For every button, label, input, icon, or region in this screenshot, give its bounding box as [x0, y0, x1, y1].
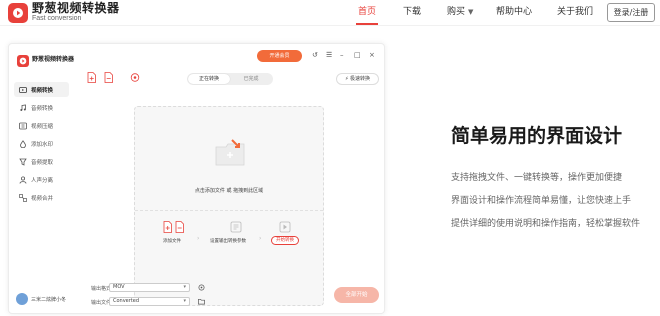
tab-converting[interactable]: 正在转换 [188, 74, 230, 84]
start-convert-step-button[interactable]: 开始转换 [271, 236, 299, 245]
brand-subtitle: Fast conversion [32, 15, 82, 22]
play-icon [13, 8, 23, 18]
feature-line: 提供详细的使用说明和操作指南，轻松掌握软件 [451, 219, 641, 229]
menu-icon[interactable]: ☰ [326, 50, 332, 60]
app-logo [17, 55, 29, 67]
step-add-files: 添加文件 [163, 239, 181, 244]
chevron-down-icon: ▾ [183, 298, 186, 304]
chevron-down-icon: ▾ [183, 284, 186, 290]
divider [135, 210, 323, 211]
sidebar-item-label: 视频合并 [31, 195, 54, 202]
brand-name: 野葱视频转换器 [32, 1, 120, 15]
sidebar-item-label: 添加水印 [31, 141, 54, 148]
output-format-value: MOV [113, 284, 125, 290]
add-folder-icon[interactable] [104, 72, 114, 83]
fast-convert-label: 极速转换 [350, 76, 371, 82]
format-settings-icon[interactable] [198, 284, 205, 291]
sidebar-item-audio-extract[interactable]: 音频提取 [14, 154, 69, 169]
sidebar-item-label: 音频提取 [31, 159, 54, 166]
nav-about[interactable]: 关于我们 [557, 7, 593, 18]
sidebar-item-label: 视频转换 [31, 87, 54, 94]
voice-separate-icon [19, 175, 27, 184]
step-arrow-icon: › [197, 235, 200, 242]
sidebar-item-label: 人声分离 [31, 177, 54, 184]
output-folder-value: Converted [113, 298, 140, 304]
app-title: 野葱视频转换器 [32, 56, 75, 63]
sidebar-item-video-convert[interactable]: 视频转换 [14, 82, 69, 97]
audio-extract-icon [19, 158, 27, 166]
video-compress-icon [19, 122, 27, 129]
video-merge-icon [19, 193, 27, 202]
feature-line: 支持拖拽文件、一键转换等，操作更加便捷 [451, 173, 623, 183]
tab-completed[interactable]: 已完成 [230, 74, 272, 84]
login-register-button[interactable]: 登录/注册 [607, 3, 655, 22]
output-format-select[interactable]: MOV ▾ [109, 283, 190, 292]
nav-help-center[interactable]: 帮助中心 [496, 7, 532, 18]
section-headline: 简单易用的界面设计 [451, 125, 623, 147]
sidebar-item-video-merge[interactable]: 视频合并 [14, 190, 69, 205]
sidebar-item-watermark[interactable]: 添加水印 [14, 136, 69, 151]
watermark-icon [20, 139, 26, 148]
fast-convert-toggle[interactable]: ⚡ 极速转换 [336, 73, 379, 85]
start-step-icon [279, 221, 291, 233]
nav-download[interactable]: 下载 [403, 7, 421, 18]
user-profile[interactable]: 三米二炫牌小冬 [16, 293, 66, 305]
step-arrow-icon: › [259, 235, 262, 242]
convert-all-button[interactable]: 全部开始 [334, 287, 379, 303]
folder-upload-icon [215, 139, 245, 166]
brand-logo[interactable] [8, 3, 28, 23]
nav-buy-label: 购买 [447, 7, 466, 17]
output-folder-select[interactable]: Converted ▾ [109, 297, 190, 306]
conversion-tabs: 正在转换 已完成 [187, 73, 273, 85]
sidebar-item-voice-separate[interactable]: 人声分离 [14, 172, 69, 187]
nav-buy[interactable]: 购买 ▼ [447, 7, 473, 18]
output-settings-step-icon [230, 221, 242, 233]
audio-convert-icon [20, 104, 26, 111]
add-files-step-icon [163, 221, 184, 233]
video-convert-icon [19, 86, 27, 93]
nav-home[interactable]: 首页 [358, 7, 376, 18]
sidebar-item-label: 音频转换 [31, 105, 54, 112]
user-name: 三米二炫牌小冬 [31, 296, 67, 303]
settings-icon[interactable] [130, 72, 140, 83]
open-vip-button[interactable]: 开通会员 [257, 50, 302, 62]
sidebar-item-audio-convert[interactable]: 音频转换 [14, 100, 69, 115]
help-icon[interactable]: ↺ [312, 50, 318, 60]
play-icon [19, 57, 27, 65]
nav-active-indicator [356, 23, 378, 25]
add-file-icon[interactable] [87, 72, 97, 83]
drop-hint: 点击添加文件 或 拖拽到此区域 [194, 188, 264, 194]
feature-line: 界面设计和操作流程简单易懂，让您快速上手 [451, 196, 632, 206]
app-window-screenshot: 野葱视频转换器 视频转换 音频转换 视频压缩 添加水印 音频提取 人声分离 视频… [8, 43, 385, 314]
folder-icon[interactable] [198, 298, 205, 305]
site-header: 野葱视频转换器 Fast conversion 首页 下载 购买 ▼ 帮助中心 关… [0, 0, 660, 26]
file-drop-zone[interactable]: 点击添加文件 或 拖拽到此区域 添加文件 › 设置输出转换参数 › 开始转换 [134, 106, 324, 306]
minimize-icon[interactable]: – [340, 50, 344, 60]
maximize-icon[interactable]: □ [354, 50, 361, 60]
close-icon[interactable]: × [369, 50, 375, 60]
step-output-settings: 设置输出转换参数 [210, 239, 246, 244]
sidebar-item-video-compress[interactable]: 视频压缩 [14, 118, 69, 133]
sidebar-item-label: 视频压缩 [31, 123, 54, 130]
chevron-down-icon: ▼ [468, 8, 474, 16]
avatar [16, 293, 28, 305]
